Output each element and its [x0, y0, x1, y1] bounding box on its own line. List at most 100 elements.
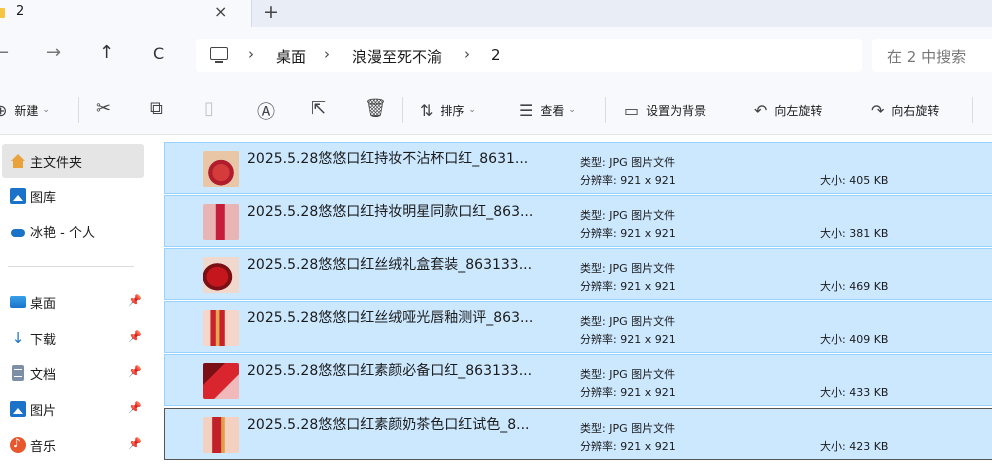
- pin-icon[interactable]: 📌: [128, 401, 142, 414]
- file-size: 大小: 423 KB: [820, 440, 889, 453]
- set-background-label: 设置为背景: [646, 103, 707, 118]
- sidebar-item-documents[interactable]: 文档 📌: [2, 356, 144, 390]
- wallpaper-icon: ▭: [624, 100, 640, 120]
- file-type: 类型: JPG 图片文件: [580, 315, 676, 328]
- command-bar: ⊕ 新建 ⌄ ✂ ⧉ ▯ Ⓐ ⇱ 🗑 ⇅ 排序 ⌄ ☰ 查看 ⌄ ▭ 设置为背景…: [0, 85, 992, 135]
- tab-bar: 2 × +: [0, 0, 992, 27]
- pin-icon[interactable]: 📌: [128, 437, 142, 450]
- tab-title: 2: [16, 4, 25, 19]
- sidebar-item-desktop[interactable]: 桌面 📌: [2, 285, 144, 319]
- breadcrumb-current[interactable]: 2: [491, 46, 501, 64]
- sidebar-item-onedrive[interactable]: 冰艳 - 个人: [2, 214, 144, 248]
- new-tab-button[interactable]: +: [263, 1, 279, 23]
- desktop-icon: [10, 296, 26, 308]
- image-thumbnail: [203, 204, 239, 240]
- breadcrumb-desktop[interactable]: 桌面: [276, 46, 306, 67]
- breadcrumb-folder[interactable]: 浪漫至死不渝: [352, 46, 442, 67]
- file-resolution: 分辨率: 921 x 921: [580, 440, 676, 453]
- sort-icon: ⇅: [420, 100, 434, 120]
- new-label: 新建: [14, 103, 39, 118]
- image-thumbnail: [203, 417, 239, 453]
- sidebar-item-label: 下载: [30, 332, 57, 348]
- navigation-bar: ← → ↑ C › 桌面 › 浪漫至死不渝 › 2 在 2 中搜索: [0, 27, 992, 85]
- rotate-left-button[interactable]: ↶ 向左旋转: [754, 85, 822, 135]
- divider: [402, 97, 403, 123]
- music-icon: [10, 436, 26, 453]
- back-arrow-icon[interactable]: ←: [0, 42, 9, 63]
- sidebar-item-downloads[interactable]: ↓ 下载 📌: [2, 321, 144, 355]
- file-resolution: 分辨率: 921 x 921: [580, 386, 676, 399]
- file-type: 类型: JPG 图片文件: [580, 209, 676, 222]
- new-button[interactable]: ⊕ 新建 ⌄: [0, 85, 50, 135]
- set-background-button[interactable]: ▭ 设置为背景: [624, 85, 706, 135]
- file-resolution: 分辨率: 921 x 921: [580, 280, 676, 293]
- sidebar-divider: [8, 266, 134, 267]
- share-icon[interactable]: ⇱: [311, 98, 326, 119]
- forward-arrow-icon[interactable]: →: [46, 42, 61, 63]
- cloud-icon: [10, 223, 26, 239]
- sidebar-item-home[interactable]: 主文件夹: [2, 144, 144, 178]
- breadcrumb-separator[interactable]: ›: [248, 45, 254, 63]
- file-row[interactable]: 2025.5.28悠悠口红持妆明星同款口红_863... 类型: JPG 图片文…: [164, 195, 992, 247]
- file-row[interactable]: 2025.5.28悠悠口红素颜必备口红_863133... 类型: JPG 图片…: [164, 354, 992, 406]
- search-input[interactable]: 在 2 中搜索: [887, 46, 966, 67]
- sidebar-item-pictures[interactable]: 图片 📌: [2, 392, 144, 426]
- rotate-left-label: 向左旋转: [774, 103, 823, 118]
- file-size: 大小: 433 KB: [820, 386, 889, 399]
- file-name: 2025.5.28悠悠口红丝绒哑光唇釉测评_863...: [247, 310, 534, 326]
- sidebar-item-music[interactable]: 音乐 📌: [2, 428, 144, 462]
- pin-icon[interactable]: 📌: [128, 330, 142, 343]
- image-thumbnail: [203, 257, 239, 293]
- rename-icon[interactable]: Ⓐ: [257, 98, 275, 124]
- sort-label: 排序: [440, 103, 465, 118]
- close-tab-icon[interactable]: ×: [214, 2, 227, 21]
- navigation-pane: 主文件夹 图库 冰艳 - 个人 桌面 📌 ↓ 下载 📌 文档 📌 图片 📌 音乐…: [0, 136, 150, 472]
- file-resolution: 分辨率: 921 x 921: [580, 227, 676, 240]
- pin-icon[interactable]: 📌: [128, 365, 142, 378]
- breadcrumb-separator[interactable]: ›: [464, 45, 470, 63]
- divider: [972, 97, 973, 123]
- documents-icon: [12, 365, 24, 381]
- file-size: 大小: 381 KB: [820, 227, 889, 240]
- pin-icon[interactable]: 📌: [128, 294, 142, 307]
- file-type: 类型: JPG 图片文件: [580, 262, 676, 275]
- paste-icon[interactable]: ▯: [204, 98, 214, 119]
- gallery-icon: [10, 188, 26, 204]
- sidebar-item-label: 音乐: [30, 439, 57, 455]
- address-bar[interactable]: › 桌面 › 浪漫至死不渝 › 2: [196, 39, 862, 72]
- divider: [78, 97, 79, 123]
- sidebar-item-gallery[interactable]: 图库: [2, 179, 144, 213]
- rotate-right-button[interactable]: ↷ 向右旋转: [871, 85, 939, 135]
- file-row[interactable]: 2025.5.28悠悠口红丝绒礼盒套装_863133... 类型: JPG 图片…: [164, 248, 992, 300]
- file-row[interactable]: 2025.5.28悠悠口红丝绒哑光唇釉测评_863... 类型: JPG 图片文…: [164, 301, 992, 353]
- refresh-icon[interactable]: C: [153, 44, 164, 63]
- file-name: 2025.5.28悠悠口红丝绒礼盒套装_863133...: [247, 257, 533, 273]
- file-size: 大小: 469 KB: [820, 280, 889, 293]
- image-thumbnail: [203, 363, 239, 399]
- file-name: 2025.5.28悠悠口红持妆不沾杯口红_8631...: [247, 151, 529, 167]
- image-thumbnail: [203, 151, 239, 187]
- chevron-down-icon: ⌄: [468, 105, 476, 115]
- cut-icon[interactable]: ✂: [96, 98, 111, 119]
- copy-icon[interactable]: ⧉: [150, 98, 163, 119]
- rotate-right-label: 向右旋转: [891, 103, 940, 118]
- view-list-icon: ☰: [519, 100, 534, 120]
- chevron-down-icon: ⌄: [568, 105, 576, 115]
- up-arrow-icon[interactable]: ↑: [99, 42, 114, 63]
- search-box[interactable]: 在 2 中搜索: [872, 39, 992, 72]
- file-row[interactable]: 2025.5.28悠悠口红素颜奶茶色口红试色_8... 类型: JPG 图片文件…: [164, 408, 992, 460]
- view-button[interactable]: ☰ 查看 ⌄: [519, 85, 576, 135]
- breadcrumb-separator[interactable]: ›: [324, 45, 330, 63]
- computer-icon[interactable]: [210, 47, 228, 63]
- view-label: 查看: [540, 103, 565, 118]
- folder-icon: [0, 8, 5, 18]
- delete-icon[interactable]: 🗑: [364, 98, 387, 119]
- home-icon: [10, 153, 26, 169]
- file-row[interactable]: 2025.5.28悠悠口红持妆不沾杯口红_8631... 类型: JPG 图片文…: [164, 142, 992, 194]
- sort-button[interactable]: ⇅ 排序 ⌄: [420, 85, 476, 135]
- plus-circle-icon: ⊕: [0, 100, 8, 120]
- file-type: 类型: JPG 图片文件: [580, 368, 676, 381]
- pictures-icon: [10, 401, 26, 417]
- sidebar-item-label: 主文件夹: [30, 155, 83, 171]
- tab-current[interactable]: 2 ×: [0, 0, 252, 27]
